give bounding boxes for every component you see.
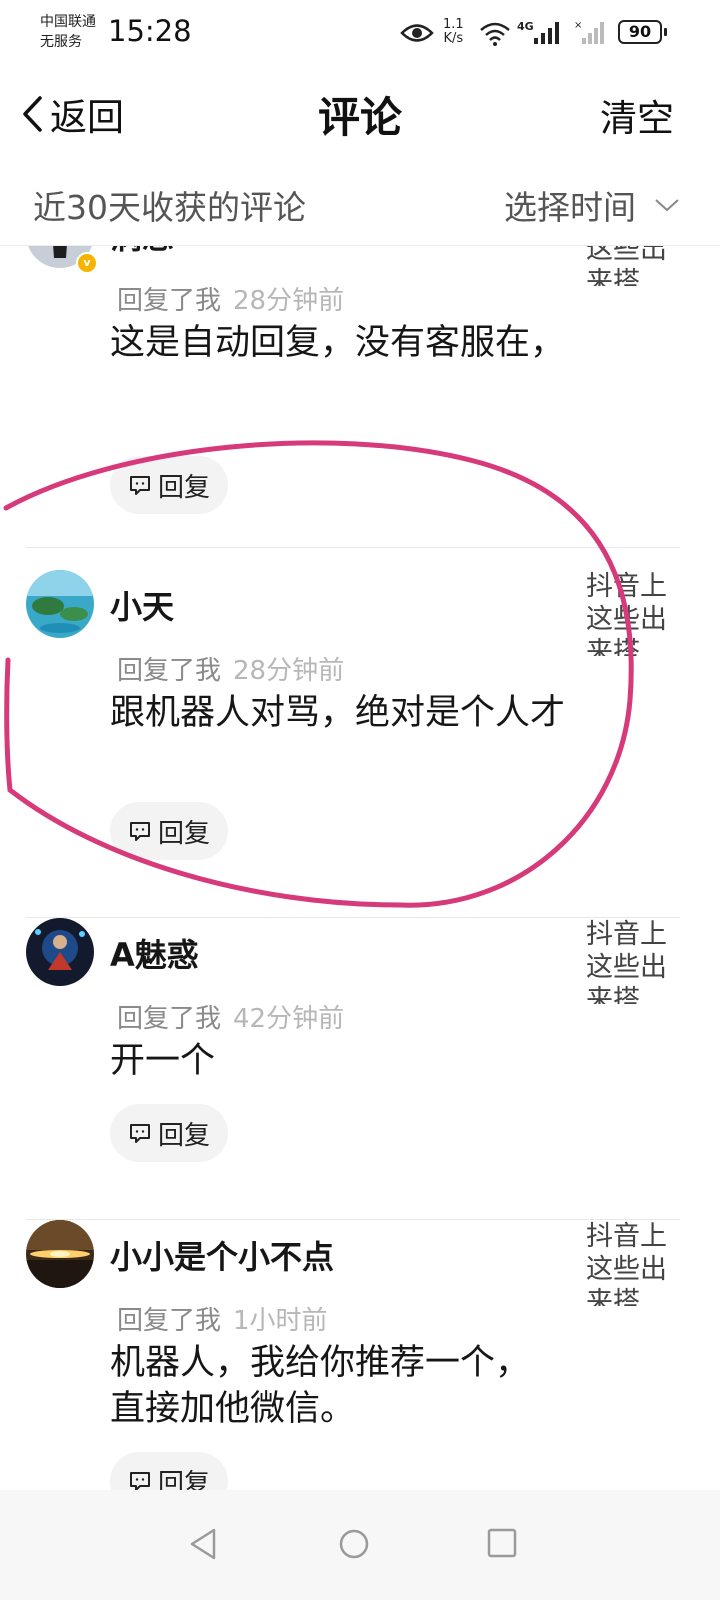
video-title[interactable]: 抖音上这些出来搭 [586, 246, 678, 286]
clear-button[interactable]: 清空 [600, 88, 674, 142]
carrier-name: 中国联通 [40, 14, 96, 30]
no-signal-icon: × [574, 20, 604, 44]
reply-button[interactable]: 回复 [110, 1104, 228, 1162]
chevron-down-icon [655, 199, 679, 212]
reply-label: 回复 [157, 1468, 210, 1491]
comment-text: 开一个 [110, 1041, 216, 1081]
comment-bubble-icon [129, 1472, 150, 1490]
avatar[interactable] [26, 570, 94, 638]
reply-label: 回复 [157, 818, 210, 849]
comment-username[interactable]: A魅惑 [110, 930, 199, 976]
svg-text:×: × [574, 20, 582, 31]
wifi-icon [480, 22, 510, 46]
comment-text: 机器人，我给你推荐一个，直接加他微信。 [110, 1343, 531, 1429]
comment-list[interactable]: v 涡息 回复了我 28分钟前 这是自动回复，没有客服在， 回复 抖音上这些出来搭 [0, 246, 720, 1490]
comment-bubble-icon [129, 822, 150, 841]
signal-icon [534, 22, 559, 44]
comment-action: 回复了我 [117, 1004, 222, 1034]
video-title[interactable]: 抖音上这些出来搭 [586, 1220, 678, 1306]
comment-meta: 回复了我 42分钟前 [117, 998, 344, 1035]
comment-bubble-icon [129, 476, 150, 495]
reply-button[interactable]: 回复 [110, 456, 228, 514]
comment-time: 28分钟前 [233, 656, 345, 686]
comment-username[interactable]: 小小是个小不点 [110, 1232, 334, 1278]
video-title[interactable]: 抖音上这些出来搭 [586, 918, 678, 1004]
speed-value: 1.1 [443, 17, 464, 32]
eye-icon [400, 24, 434, 42]
carrier-info: 中国联通 无服务 [40, 12, 96, 52]
speed-unit: K/s [443, 31, 464, 46]
comment-item: A魅惑 回复了我 42分钟前 开一个 回复 抖音上这些出来搭 [0, 918, 720, 1266]
status-time: 15:28 [108, 14, 192, 48]
comment-time: 1小时前 [233, 1306, 328, 1336]
avatar[interactable] [26, 918, 94, 986]
comment-bubble-icon [129, 1124, 150, 1143]
comment-username[interactable]: 涡息 [110, 246, 174, 258]
comment-item: 小天 回复了我 28分钟前 跟机器人对骂，绝对是个人才 回复 抖音上这些出来搭 [0, 570, 720, 918]
back-triangle-icon[interactable] [188, 1528, 218, 1560]
video-title[interactable]: 抖音上这些出来搭 [586, 570, 678, 656]
divider [26, 547, 680, 548]
verified-badge: v [76, 252, 98, 274]
reply-button[interactable]: 回复 [110, 802, 228, 860]
recents-square-icon[interactable] [487, 1528, 517, 1558]
service-status: 无服务 [40, 34, 82, 50]
reply-button[interactable]: 回复 [110, 1452, 228, 1490]
time-select-label: 选择时间 [504, 188, 636, 227]
status-bar: 中国联通 无服务 15:28 1.1 K/s 4G × 90 [0, 0, 720, 70]
comment-text: 跟机器人对骂，绝对是个人才 [110, 693, 566, 733]
top-nav: 返回 评论 清空 [0, 70, 720, 160]
reply-label: 回复 [157, 1120, 210, 1151]
comment-action: 回复了我 [117, 286, 222, 316]
comment-item: 小小是个小不点 回复了我 1小时前 机器人，我给你推荐一个，直接加他微信。 回复 … [0, 1220, 720, 1490]
comment-meta: 回复了我 28分钟前 [117, 650, 344, 687]
filter-label: 近30天收获的评论 [33, 188, 306, 227]
reply-label: 回复 [157, 472, 210, 503]
comment-action: 回复了我 [117, 656, 222, 686]
comment-meta: 回复了我 1小时前 [117, 1300, 328, 1337]
system-nav-bar [0, 1490, 720, 1600]
comment-text: 这是自动回复，没有客服在， [110, 323, 566, 363]
battery-indicator: 90 [618, 20, 667, 44]
comment-meta: 回复了我 28分钟前 [117, 280, 344, 317]
comment-action: 回复了我 [117, 1306, 222, 1336]
comment-item: v 涡息 回复了我 28分钟前 这是自动回复，没有客服在， 回复 抖音上这些出来搭 [0, 246, 720, 548]
avatar[interactable] [26, 1220, 94, 1288]
comment-time: 42分钟前 [233, 1004, 345, 1034]
home-circle-icon[interactable] [338, 1528, 370, 1560]
filter-bar: 近30天收获的评论 选择时间 [0, 165, 720, 246]
comment-username[interactable]: 小天 [110, 582, 174, 628]
comment-time: 28分钟前 [233, 286, 345, 316]
time-select-dropdown[interactable]: 选择时间 [504, 181, 680, 229]
network-speed: 1.1 K/s [443, 18, 464, 46]
